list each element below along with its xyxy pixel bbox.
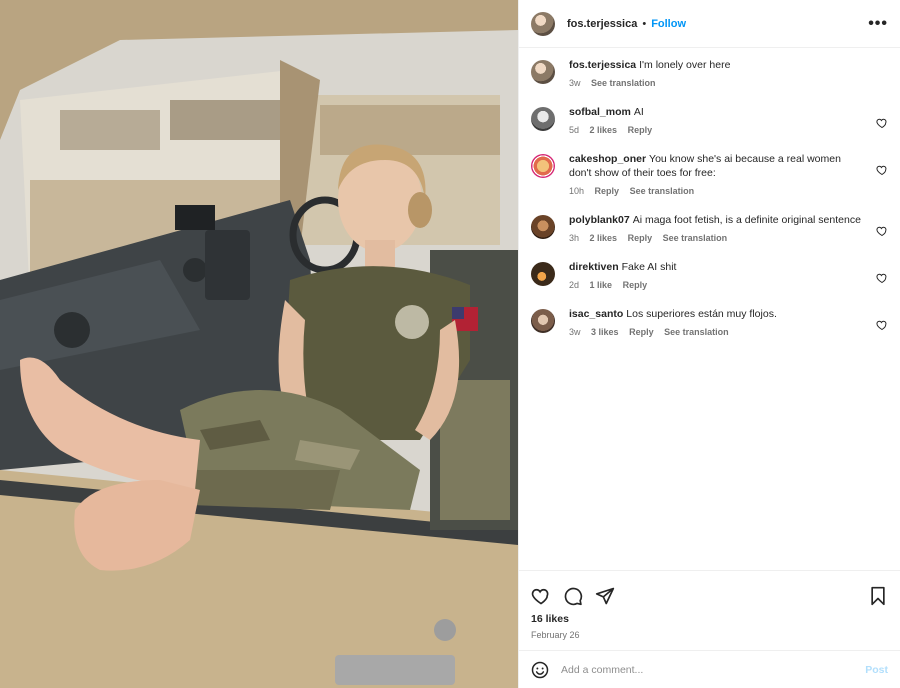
see-translation-link[interactable]: See translation bbox=[664, 327, 729, 337]
heart-icon[interactable] bbox=[876, 319, 888, 331]
post-button[interactable]: Post bbox=[865, 664, 888, 676]
emoji-icon[interactable] bbox=[531, 661, 549, 679]
header-separator: • bbox=[642, 17, 647, 30]
comment-text: Los superiores están muy flojos. bbox=[626, 308, 777, 320]
heart-icon[interactable] bbox=[876, 117, 888, 129]
comment-time[interactable]: 2d bbox=[569, 280, 579, 290]
comment-time[interactable]: 3h bbox=[569, 233, 579, 243]
comment-username[interactable]: sofbal_mom bbox=[569, 106, 631, 118]
reply-button[interactable]: Reply bbox=[628, 233, 653, 243]
comment-avatar[interactable] bbox=[531, 154, 555, 178]
comment-likes[interactable]: 3 likes bbox=[591, 327, 619, 337]
heart-icon[interactable] bbox=[531, 586, 551, 606]
comment-username[interactable]: polyblank07 bbox=[569, 214, 630, 226]
comment-item: sofbal_mom AI 5d 2 likes Reply bbox=[531, 105, 888, 135]
follow-button[interactable]: Follow bbox=[651, 18, 686, 30]
comment-input[interactable]: Add a comment... bbox=[561, 664, 865, 676]
comment-time[interactable]: 10h bbox=[569, 186, 584, 196]
see-translation-link[interactable]: See translation bbox=[663, 233, 728, 243]
comment-avatar[interactable] bbox=[531, 215, 555, 239]
post-header: fos.terjessica • Follow ••• bbox=[519, 0, 900, 48]
comment-likes[interactable]: 1 like bbox=[590, 280, 613, 290]
comment-text: Fake AI shit bbox=[621, 261, 677, 273]
comments-list: fos.terjessica I'm lonely over here 3w Se… bbox=[519, 48, 900, 337]
caption-avatar[interactable] bbox=[531, 60, 555, 84]
caption-text: I'm lonely over here bbox=[639, 59, 731, 71]
comment-item: isac_santo Los superiores están muy flojo… bbox=[531, 307, 888, 337]
comment-likes[interactable]: 2 likes bbox=[590, 125, 618, 135]
share-icon[interactable] bbox=[595, 586, 615, 606]
reply-button[interactable]: Reply bbox=[595, 186, 620, 196]
post-footer: 16 likes February 26 Add a comment... Po… bbox=[519, 570, 900, 688]
add-comment-bar: Add a comment... Post bbox=[519, 650, 900, 688]
see-translation-link[interactable]: See translation bbox=[630, 186, 695, 196]
caption: fos.terjessica I'm lonely over here 3w Se… bbox=[531, 58, 888, 88]
author-avatar[interactable] bbox=[531, 11, 555, 36]
reply-button[interactable]: Reply bbox=[629, 327, 654, 337]
action-bar bbox=[519, 571, 900, 611]
reply-button[interactable]: Reply bbox=[623, 280, 648, 290]
comment-text: AI bbox=[633, 106, 644, 118]
comment-avatar[interactable] bbox=[531, 309, 555, 333]
comment-avatar[interactable] bbox=[531, 262, 555, 286]
bookmark-icon[interactable] bbox=[868, 586, 888, 606]
comment-item: cakeshop_oner You know she's ai because a… bbox=[531, 152, 888, 196]
heart-icon[interactable] bbox=[876, 164, 888, 176]
comment-username[interactable]: isac_santo bbox=[569, 308, 623, 320]
comment-icon[interactable] bbox=[563, 586, 583, 606]
comment-username[interactable]: direktiven bbox=[569, 261, 619, 273]
comment-avatar[interactable] bbox=[531, 107, 555, 131]
caption-username[interactable]: fos.terjessica bbox=[569, 59, 636, 71]
comment-text: Ai maga foot fetish, is a definite origi… bbox=[632, 214, 861, 226]
post-sidebar: fos.terjessica • Follow ••• fos.terjessi… bbox=[518, 0, 900, 688]
caption-time[interactable]: 3w bbox=[569, 78, 581, 88]
reply-button[interactable]: Reply bbox=[628, 125, 653, 135]
comment-username[interactable]: cakeshop_oner bbox=[569, 153, 646, 165]
comment-time[interactable]: 3w bbox=[569, 327, 581, 337]
comment-time[interactable]: 5d bbox=[569, 125, 579, 135]
likes-count[interactable]: 16 likes bbox=[519, 611, 900, 625]
post-dialog: fos.terjessica • Follow ••• fos.terjessi… bbox=[0, 0, 900, 688]
heart-icon[interactable] bbox=[876, 272, 888, 284]
comment-item: polyblank07 Ai maga foot fetish, is a def… bbox=[531, 213, 888, 243]
heart-icon[interactable] bbox=[876, 225, 888, 237]
post-photo-illustration bbox=[0, 0, 518, 688]
see-translation-link[interactable]: See translation bbox=[591, 78, 656, 88]
author-username[interactable]: fos.terjessica bbox=[567, 18, 637, 30]
post-date[interactable]: February 26 bbox=[519, 625, 900, 640]
more-horizontal-icon[interactable]: ••• bbox=[868, 15, 888, 33]
post-image[interactable] bbox=[0, 0, 518, 688]
comment-likes[interactable]: 2 likes bbox=[590, 233, 618, 243]
comment-item: direktiven Fake AI shit 2d 1 like Reply bbox=[531, 260, 888, 290]
